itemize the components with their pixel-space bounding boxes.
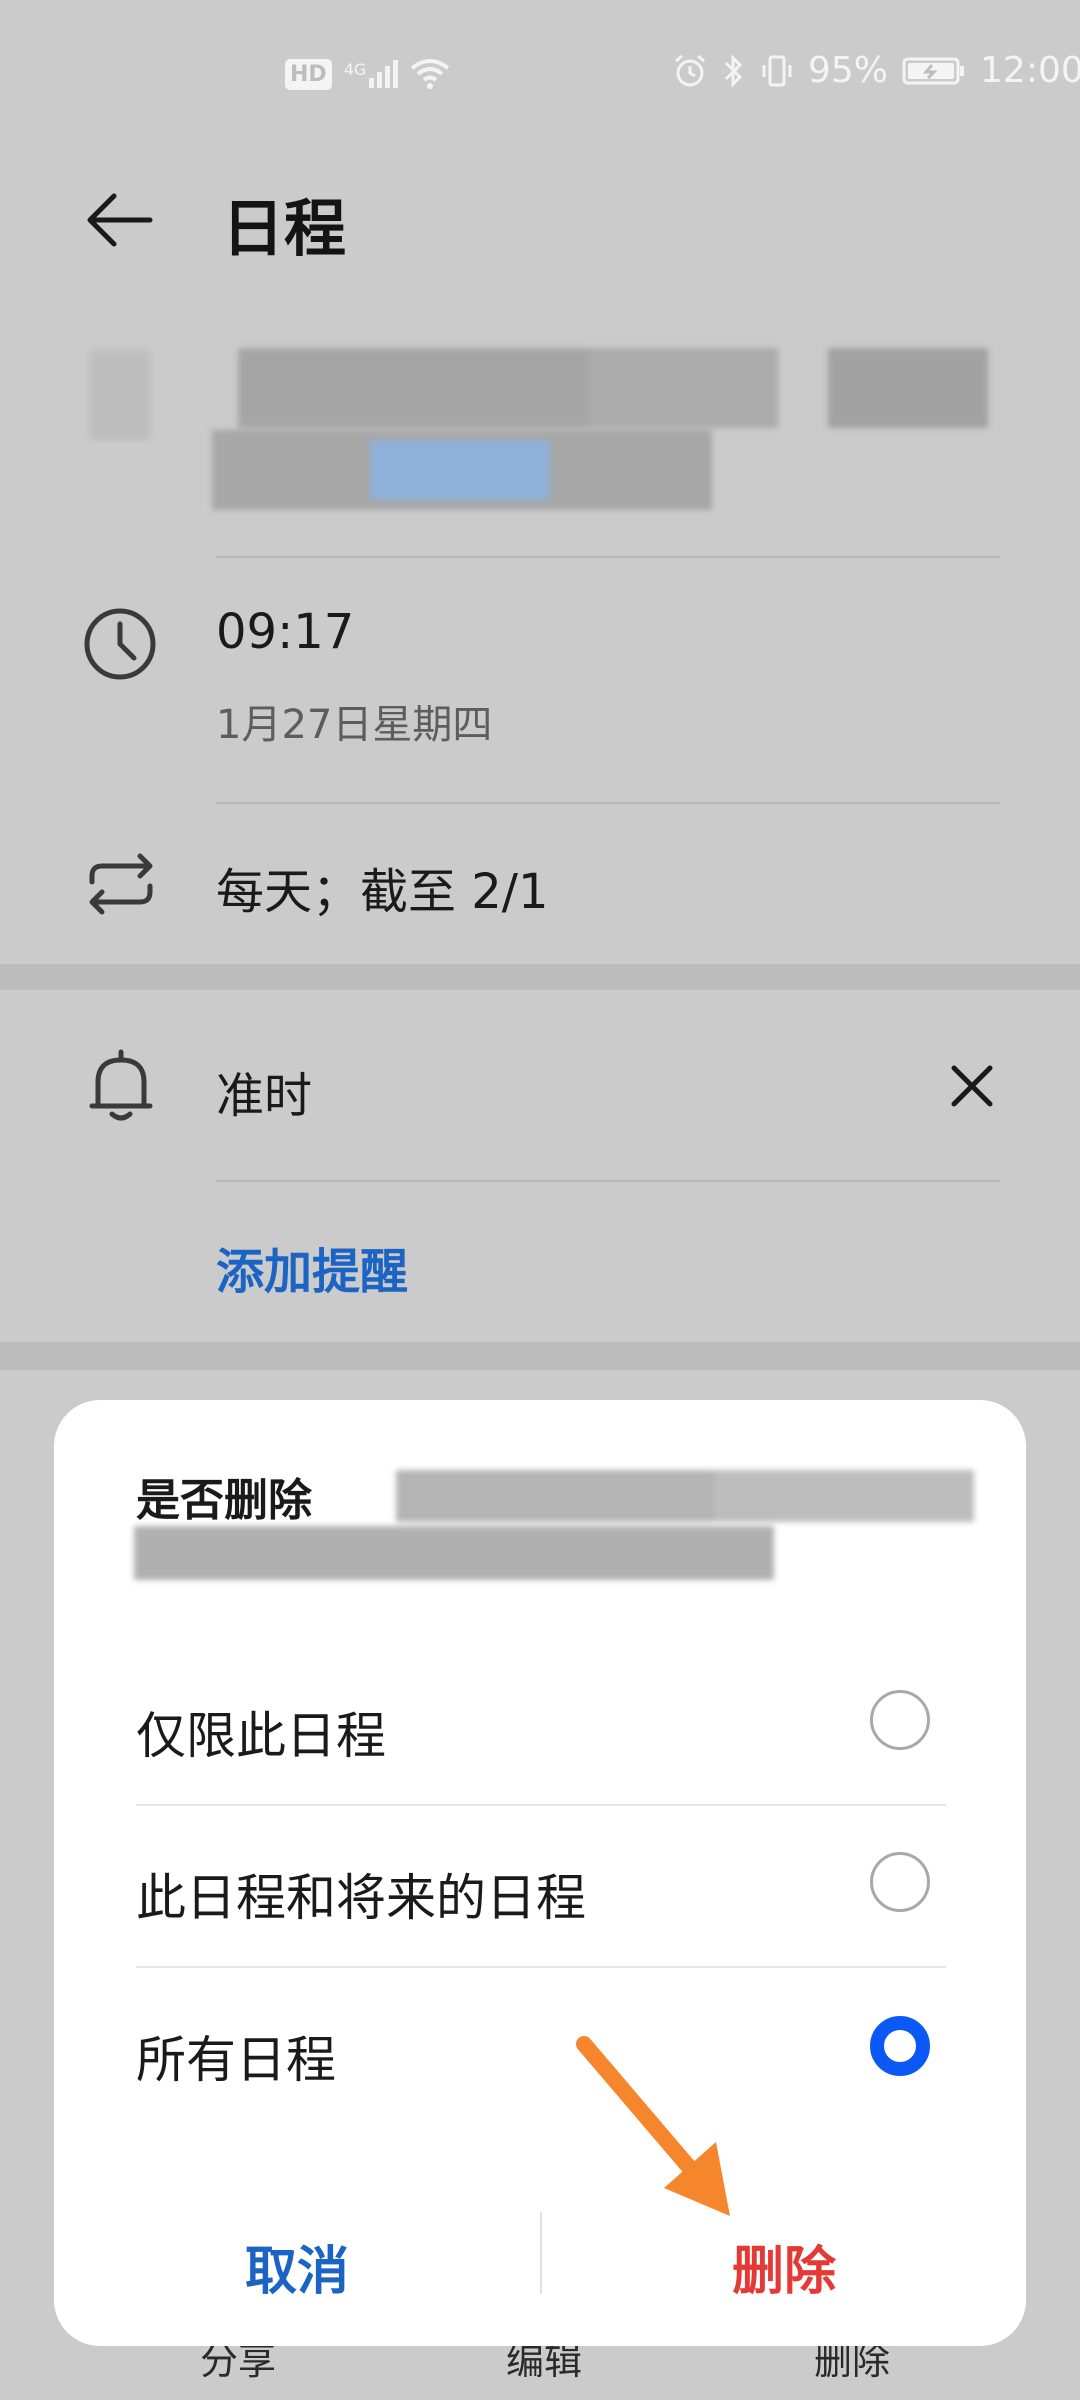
back-arrow-icon bbox=[87, 193, 153, 247]
radio-only-this[interactable] bbox=[870, 1690, 930, 1750]
event-repeat[interactable]: 每天；截至 2/1 bbox=[216, 852, 549, 922]
cancel-button[interactable]: 取消 bbox=[54, 2216, 540, 2316]
status-time: 12:00 bbox=[980, 50, 1080, 91]
bluetooth-icon bbox=[724, 53, 743, 88]
reminder-label: 准时 bbox=[216, 1068, 313, 1124]
divider bbox=[136, 1966, 946, 1968]
divider bbox=[216, 1180, 1000, 1182]
section-separator bbox=[0, 964, 1080, 990]
close-icon[interactable] bbox=[950, 1064, 994, 1108]
event-date: 1月27日星期四 bbox=[216, 702, 493, 748]
event-title-redacted bbox=[70, 330, 1030, 520]
battery-percent: 95% bbox=[808, 50, 889, 91]
page-title: 日程 bbox=[222, 192, 347, 265]
annotation-arrow-icon bbox=[576, 2036, 730, 2216]
option-this-and-future[interactable]: 此日程和将来的日程 bbox=[136, 1858, 586, 1930]
event-time: 09:17 bbox=[216, 604, 355, 660]
divider bbox=[216, 802, 1000, 804]
option-only-this[interactable]: 仅限此日程 bbox=[136, 1696, 386, 1768]
battery-icon bbox=[902, 57, 965, 84]
signal-4g-icon: 4G bbox=[344, 60, 399, 88]
status-left: HD 4G bbox=[285, 58, 450, 90]
radio-this-and-future[interactable] bbox=[870, 1852, 930, 1912]
dialog-title-redacted bbox=[74, 1450, 974, 1590]
clock-icon bbox=[84, 608, 156, 680]
vibrate-icon bbox=[762, 55, 792, 86]
bell-icon bbox=[89, 1049, 153, 1121]
delete-button[interactable]: 删除 bbox=[542, 2216, 1026, 2316]
status-right: 95% 12:00 bbox=[672, 50, 1080, 91]
add-reminder-link[interactable]: 添加提醒 bbox=[216, 1232, 408, 1302]
section-separator bbox=[0, 1342, 1080, 1370]
divider bbox=[216, 556, 1000, 558]
back-button[interactable] bbox=[80, 180, 160, 260]
hd-badge: HD bbox=[285, 58, 332, 90]
wifi-icon bbox=[411, 59, 450, 89]
divider bbox=[136, 1804, 946, 1806]
repeat-icon bbox=[89, 853, 153, 915]
delete-dialog: 是否删除 仅限此日程 此日程和将来的日程 所有日程 取消 删除 bbox=[54, 1400, 1026, 2346]
radio-all-selected[interactable] bbox=[870, 2016, 930, 2076]
alarm-icon bbox=[675, 54, 705, 86]
status-bar: HD 4G 95% 12:00 bbox=[0, 0, 1080, 160]
option-all[interactable]: 所有日程 bbox=[136, 2020, 336, 2092]
